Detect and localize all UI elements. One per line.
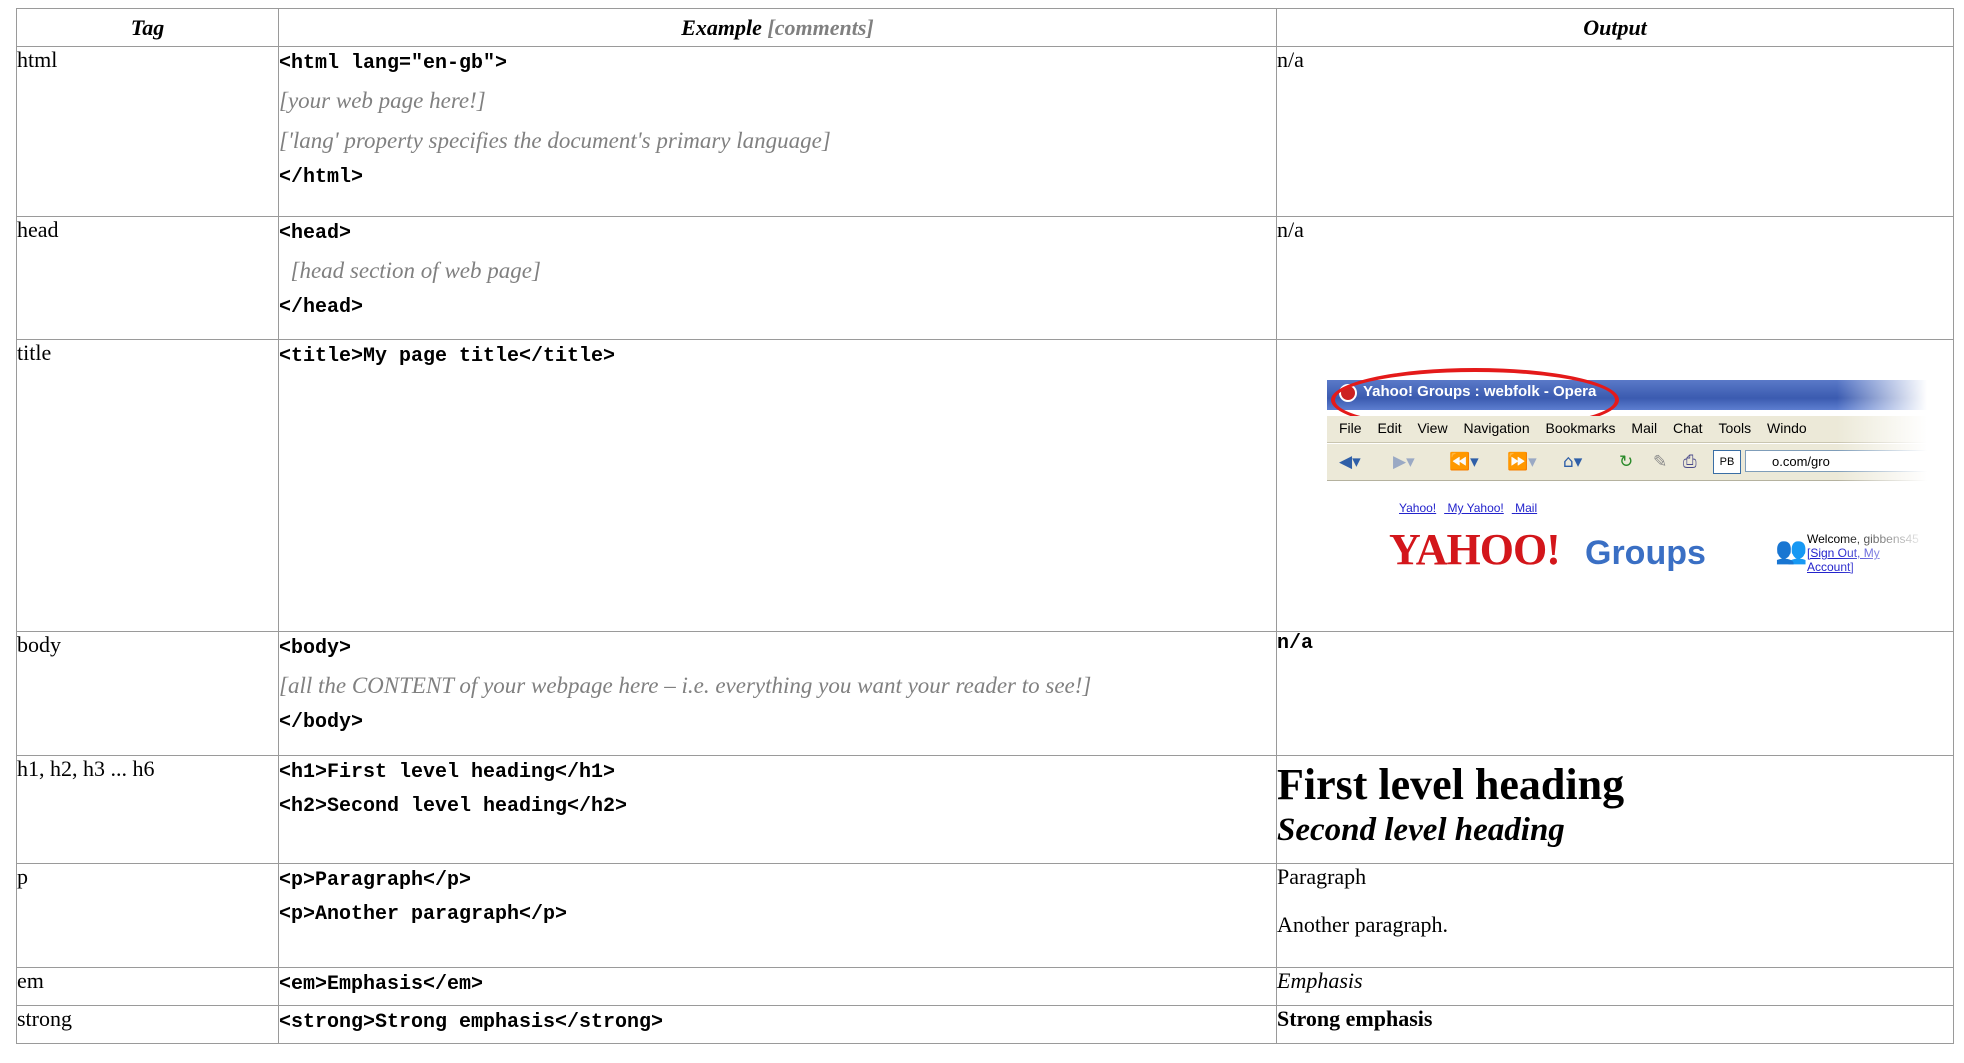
output-cell: Yahoo! Groups : webfolk - Opera File Edi… bbox=[1276, 339, 1954, 632]
output-cell: Strong emphasis bbox=[1276, 1005, 1954, 1044]
table-row: p <p>Paragraph</p> <p>Another paragraph<… bbox=[16, 863, 1954, 968]
menu-item-navigation: Navigation bbox=[1463, 420, 1530, 436]
code-line: <head> bbox=[279, 222, 352, 245]
menu-item-bookmarks: Bookmarks bbox=[1545, 420, 1616, 436]
header-example-label: Example bbox=[681, 14, 762, 40]
tag-cell: head bbox=[16, 216, 279, 340]
paragraph-output-2: Another paragraph. bbox=[1277, 912, 1449, 937]
html-tags-table: Tag Example [comments] Output html <html… bbox=[16, 8, 1954, 1044]
h2-output: Second level heading bbox=[1277, 812, 1565, 848]
code-line: <h2>Second level heading</h2> bbox=[279, 795, 628, 818]
groups-label: Groups bbox=[1585, 534, 1706, 572]
example-cell: <p>Paragraph</p> <p>Another paragraph</p… bbox=[278, 863, 1277, 968]
output-cell: Paragraph Another paragraph. bbox=[1276, 863, 1954, 968]
menu-item-tools: Tools bbox=[1718, 420, 1752, 436]
example-cell: <em>Emphasis</em> bbox=[278, 967, 1277, 1006]
table-row: strong <strong>Strong emphasis</strong> … bbox=[16, 1005, 1954, 1044]
output-cell: Emphasis bbox=[1276, 967, 1954, 1006]
back-icon: ◀▾ bbox=[1339, 452, 1361, 472]
code-line: </html> bbox=[279, 166, 364, 189]
h1-output: First level heading bbox=[1277, 760, 1625, 809]
table-row: em <em>Emphasis</em> Emphasis bbox=[16, 967, 1954, 1006]
code-line: <strong>Strong emphasis</strong> bbox=[279, 1011, 664, 1034]
yahoo-links: Yahoo! My Yahoo! Mail bbox=[1399, 501, 1545, 515]
output-cell: n/a bbox=[1276, 216, 1954, 340]
people-icon: 👥 bbox=[1775, 536, 1808, 565]
browser-screenshot: Yahoo! Groups : webfolk - Opera File Edi… bbox=[1327, 366, 1927, 606]
menu-item-view: View bbox=[1417, 420, 1448, 436]
forward-icon: ▶▾ bbox=[1393, 452, 1415, 472]
reload-icon: ↻ bbox=[1619, 452, 1634, 472]
header-comments-label: [comments] bbox=[767, 14, 874, 40]
output-cell: n/a bbox=[1276, 631, 1954, 756]
pb-button: PB bbox=[1713, 450, 1741, 474]
example-cell: <body> [all the CONTENT of your webpage … bbox=[278, 631, 1277, 756]
right-fade bbox=[1837, 366, 1927, 606]
menu-item-mail: Mail bbox=[1631, 420, 1658, 436]
header-output: Output bbox=[1276, 8, 1954, 47]
code-line: <title>My page title</title> bbox=[279, 345, 616, 368]
code-line: <p>Paragraph</p> bbox=[279, 869, 472, 892]
tag-cell: h1, h2, h3 ... h6 bbox=[16, 755, 279, 864]
tag-cell: body bbox=[16, 631, 279, 756]
code-line: </body> bbox=[279, 711, 364, 734]
example-cell: <head> [head section of web page] </head… bbox=[278, 216, 1277, 340]
link-mail: Mail bbox=[1515, 501, 1538, 515]
menu-item-chat: Chat bbox=[1672, 420, 1703, 436]
header-example: Example [comments] bbox=[278, 8, 1277, 47]
tag-cell: strong bbox=[16, 1005, 279, 1044]
table-row: head <head> [head section of web page] <… bbox=[16, 216, 1954, 340]
yahoo-logo: YAHOO! bbox=[1389, 525, 1561, 574]
code-line: <em>Emphasis</em> bbox=[279, 973, 484, 996]
example-cell: <strong>Strong emphasis</strong> bbox=[278, 1005, 1277, 1044]
table-row: title <title>My page title</title> Yahoo… bbox=[16, 339, 1954, 632]
example-cell: <title>My page title</title> bbox=[278, 339, 1277, 632]
paragraph-output-1: Paragraph bbox=[1277, 864, 1367, 889]
bottom-fade bbox=[1327, 576, 1927, 606]
code-line: </head> bbox=[279, 296, 364, 319]
menu-item-edit: Edit bbox=[1377, 420, 1402, 436]
tag-cell: html bbox=[16, 46, 279, 217]
code-line: <h1>First level heading</h1> bbox=[279, 761, 616, 784]
header-row: Tag Example [comments] Output bbox=[16, 8, 1954, 47]
comment-line: [head section of web page] bbox=[279, 258, 541, 283]
menu-item-window: Windo bbox=[1767, 420, 1807, 436]
header-tag: Tag bbox=[16, 8, 279, 47]
output-cell: First level heading Second level heading bbox=[1276, 755, 1954, 864]
output-cell: n/a bbox=[1276, 46, 1954, 217]
print-icon: ⎙ bbox=[1683, 452, 1697, 472]
code-line: <html lang="en-gb"> bbox=[279, 52, 508, 75]
tag-cell: title bbox=[16, 339, 279, 632]
code-line: <body> bbox=[279, 637, 352, 660]
home-icon: ⌂▾ bbox=[1563, 452, 1583, 472]
link-my-yahoo: My Yahoo! bbox=[1447, 501, 1504, 515]
comment-line: [your web page here!] bbox=[279, 88, 486, 113]
code-line: <p>Another paragraph</p> bbox=[279, 903, 568, 926]
tag-cell: p bbox=[16, 863, 279, 968]
link-yahoo: Yahoo! bbox=[1399, 501, 1437, 515]
fast-forward-icon: ⏩▾ bbox=[1507, 452, 1537, 472]
wand-icon: ✎ bbox=[1653, 452, 1668, 472]
tag-cell: em bbox=[16, 967, 279, 1006]
menu-item-file: File bbox=[1339, 420, 1362, 436]
rewind-icon: ⏪▾ bbox=[1449, 452, 1479, 472]
example-cell: <h1>First level heading</h1> <h2>Second … bbox=[278, 755, 1277, 864]
document-page: Tag Example [comments] Output html <html… bbox=[0, 0, 1964, 1063]
table-row: html <html lang="en-gb"> [your web page … bbox=[16, 46, 1954, 217]
table-row: h1, h2, h3 ... h6 <h1>First level headin… bbox=[16, 755, 1954, 864]
comment-line: [all the CONTENT of your webpage here – … bbox=[279, 673, 1092, 698]
table-row: body <body> [all the CONTENT of your web… bbox=[16, 631, 1954, 756]
comment-line: ['lang' property specifies the document'… bbox=[279, 128, 831, 153]
example-cell: <html lang="en-gb"> [your web page here!… bbox=[278, 46, 1277, 217]
